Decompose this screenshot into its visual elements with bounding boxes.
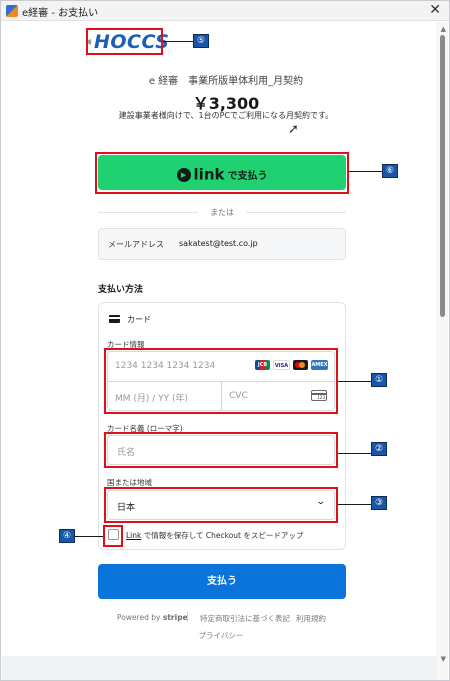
callout-box-4 <box>103 525 123 547</box>
callout-badge-4: ④ <box>59 529 75 543</box>
window-title: e経審 - お支払い <box>22 8 99 19</box>
callout-badge-6: ⑥ <box>382 164 398 178</box>
leader-line-6 <box>349 171 382 172</box>
powered-by-stripe[interactable]: Powered by stripe <box>117 613 188 622</box>
save-info-text: Link で情報を保存して Checkout をスピードアップ <box>126 530 303 541</box>
bottom-strip <box>2 656 437 680</box>
leader-line-5 <box>163 41 193 42</box>
scroll-down-icon[interactable]: ▼ <box>441 655 446 663</box>
leader-line-1 <box>338 381 371 382</box>
email-field[interactable]: メールアドレス sakatest@test.co.jp <box>98 228 346 260</box>
email-label: メールアドレス <box>108 240 164 249</box>
callout-badge-5: ⑤ <box>193 34 209 48</box>
divider-left <box>98 212 198 213</box>
callout-box-6 <box>95 152 349 194</box>
powered-prefix: Powered by <box>117 613 161 622</box>
save-info-label: で情報を保存して Checkout をスピードアップ <box>143 531 304 540</box>
divider-right <box>246 212 346 213</box>
callout-badge-2: ② <box>371 442 387 456</box>
pay-button[interactable]: 支払う <box>98 564 346 599</box>
or-divider-text: または <box>210 208 234 217</box>
callout-box-5 <box>86 28 163 55</box>
leader-line-4 <box>75 536 103 537</box>
callout-badge-1: ① <box>371 373 387 387</box>
product-description: 建設事業者様向けで、1台のPCでご利用になる月契約です。 <box>118 111 334 120</box>
callout-box-2 <box>104 432 338 468</box>
close-icon[interactable]: ✕ <box>429 2 441 18</box>
email-value: sakatest@test.co.jp <box>179 239 258 248</box>
app-icon <box>6 5 18 17</box>
leader-line-3 <box>338 504 371 505</box>
callout-box-3 <box>104 487 338 523</box>
card-tab-label[interactable]: カード <box>127 314 151 325</box>
callout-badge-3: ③ <box>371 496 387 510</box>
terms-link[interactable]: 利用規約 <box>296 613 326 624</box>
title-bar: e経審 - お支払い ✕ <box>1 1 449 21</box>
product-name: e 経審 事業所版単体利用_月契約 <box>148 76 304 87</box>
app-window: e経審 - お支払い ✕ ▲ ▼ ◀ HOCCS e 経審 事業所版単体利用_月… <box>0 0 450 681</box>
stripe-brand: stripe <box>162 613 188 622</box>
scroll-up-icon[interactable]: ▲ <box>441 25 446 33</box>
footer-separator <box>187 612 188 622</box>
payment-method-title: 支払い方法 <box>98 285 144 295</box>
leader-line-2 <box>338 453 371 454</box>
commercial-law-link[interactable]: 特定商取引法に基づく表記 <box>200 613 290 624</box>
credit-card-icon <box>109 315 120 323</box>
callout-box-1 <box>104 348 338 414</box>
mouse-cursor-icon: ➚ <box>288 122 299 137</box>
privacy-link[interactable]: プライバシー <box>1 630 441 641</box>
link-info-link[interactable]: Link <box>126 531 141 540</box>
